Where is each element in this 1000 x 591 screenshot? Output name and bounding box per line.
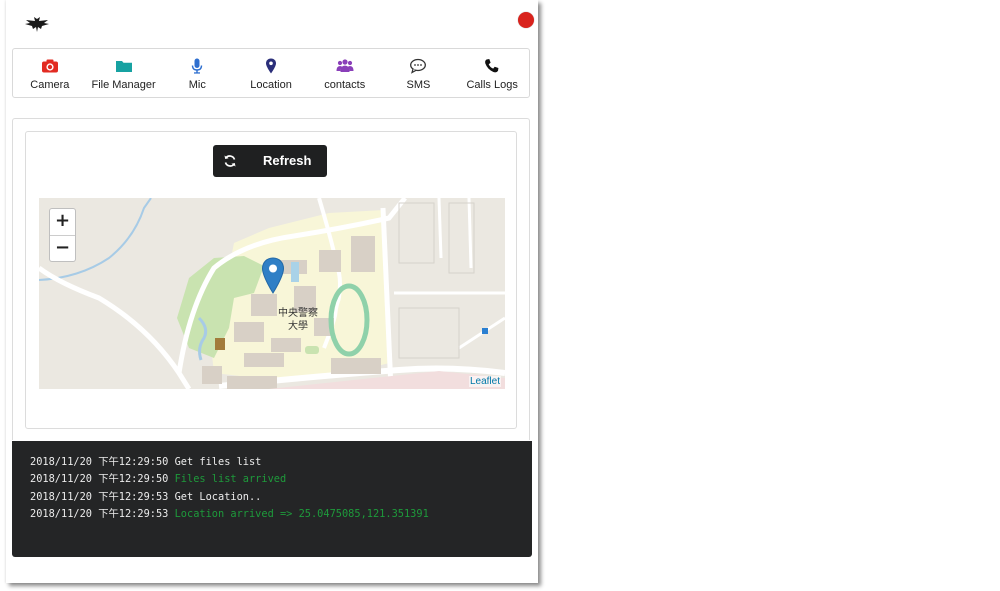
- microphone-icon: [192, 58, 203, 74]
- location-panel: Refresh + − 中央警察 大學 Leaflet: [12, 118, 530, 440]
- calls-logs-button[interactable]: Calls Logs: [455, 49, 529, 97]
- sms-label: SMS: [406, 79, 431, 91]
- map-place-label-line2: 大學: [288, 321, 308, 332]
- log-timestamp: 2018/11/20 下午12:29:50: [30, 456, 169, 468]
- refresh-button[interactable]: Refresh: [213, 145, 327, 177]
- camera-label: Camera: [30, 79, 70, 91]
- log-message: Location arrived => 25.0475085,121.35139…: [174, 507, 429, 520]
- contacts-label: contacts: [324, 79, 366, 91]
- calls-logs-label: Calls Logs: [466, 79, 518, 91]
- log-timestamp: 2018/11/20 下午12:29:50: [30, 473, 169, 486]
- refresh-label: Refresh: [263, 153, 312, 168]
- log-line: 2018/11/20 下午12:29:53 Get Location..: [30, 489, 532, 506]
- map-marker-icon: [266, 58, 277, 74]
- location-label: Location: [250, 79, 292, 91]
- log-message: Get Location..: [174, 490, 262, 503]
- zoom-out-button[interactable]: −: [50, 236, 75, 262]
- feature-toolbar: Camera File Manager Mic Location contact…: [12, 48, 530, 98]
- camera-button[interactable]: Camera: [13, 49, 87, 97]
- file-manager-button[interactable]: File Manager: [87, 49, 161, 97]
- camera-icon: [41, 59, 58, 73]
- map-place-label: 中央警察 大學: [278, 307, 318, 333]
- zoom-in-button[interactable]: +: [50, 209, 75, 236]
- eagle-logo-icon: [24, 16, 50, 34]
- log-line: 2018/11/20 下午12:29:53 Location arrived =…: [30, 506, 532, 523]
- log-message: Get files list: [174, 456, 262, 468]
- log-timestamp: 2018/11/20 下午12:29:53: [30, 490, 169, 503]
- log-timestamp: 2018/11/20 下午12:29:53: [30, 507, 169, 520]
- leaflet-attribution-link[interactable]: Leaflet: [468, 376, 501, 387]
- phone-icon: [485, 59, 499, 73]
- log-line: 2018/11/20 下午12:29:50 Files list arrived: [30, 471, 532, 488]
- users-icon: [336, 59, 354, 72]
- map-pin-icon[interactable]: [260, 257, 286, 295]
- app-window: Camera File Manager Mic Location contact…: [6, 0, 538, 583]
- file-manager-label: File Manager: [91, 79, 156, 91]
- log-console: 2018/11/20 下午12:29:50 Get files list 201…: [12, 441, 532, 557]
- close-button[interactable]: [518, 12, 534, 28]
- location-button[interactable]: Location: [234, 49, 308, 97]
- location-map[interactable]: + − 中央警察 大學 Leaflet: [39, 198, 505, 389]
- log-message: Files list arrived: [174, 473, 287, 486]
- folder-icon: [115, 61, 132, 72]
- zoom-controls: + −: [49, 208, 76, 262]
- map-place-label-line1: 中央警察: [278, 308, 318, 319]
- mic-label: Mic: [188, 79, 206, 91]
- location-card: Refresh + − 中央警察 大學 Leaflet: [25, 131, 517, 429]
- refresh-icon: [224, 155, 236, 167]
- chat-bubble-icon: [410, 58, 427, 74]
- mic-button[interactable]: Mic: [160, 49, 234, 97]
- contacts-button[interactable]: contacts: [308, 49, 382, 97]
- log-line: 2018/11/20 下午12:29:50 Get files list: [30, 454, 532, 471]
- sms-button[interactable]: SMS: [382, 49, 456, 97]
